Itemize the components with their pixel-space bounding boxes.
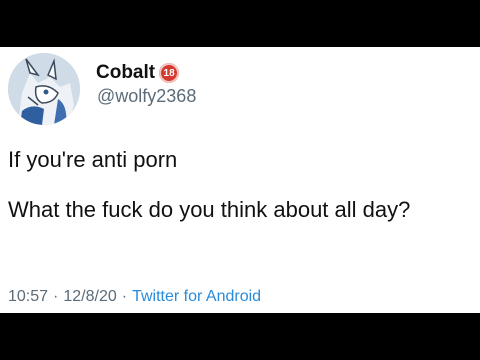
age-18-badge-icon: 18 (159, 63, 180, 83)
tweet-card: Cobalt 18 @wolfy2368 If you're anti porn… (0, 47, 480, 313)
separator: · (53, 288, 59, 305)
avatar[interactable] (8, 53, 80, 125)
tweet-date[interactable]: 12/8/20 (63, 288, 116, 306)
wolf-avatar-icon (8, 53, 80, 125)
tweet-source-link[interactable]: Twitter for Android (132, 288, 261, 306)
tweet-metadata: 10:57 · 12/8/20 · Twitter for Android (8, 288, 261, 306)
name-row: Cobalt 18 (96, 62, 180, 84)
tweet-text-line-1: If you're anti porn (8, 147, 178, 172)
tweet-time[interactable]: 10:57 (8, 288, 48, 306)
display-name[interactable]: Cobalt (96, 62, 155, 84)
tweet-text-line-2: What the fuck do you think about all day… (8, 197, 411, 222)
separator: · (121, 288, 128, 305)
user-handle[interactable]: @wolfy2368 (97, 86, 196, 107)
